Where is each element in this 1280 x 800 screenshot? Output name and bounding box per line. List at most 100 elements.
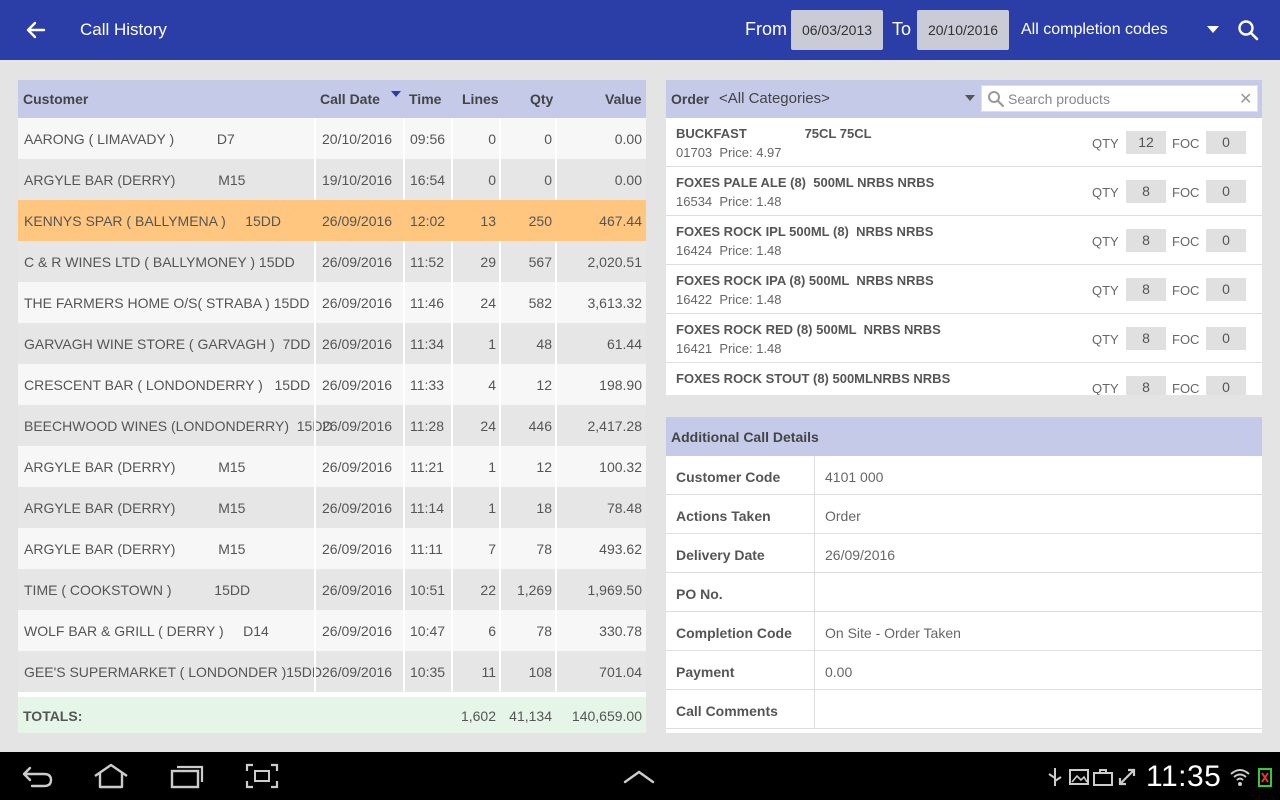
search-icon[interactable] <box>1237 19 1259 41</box>
cell-customer: KENNYS SPAR ( BALLYMENA ) 15DD <box>24 213 282 229</box>
table-row[interactable]: WOLF BAR & GRILL ( DERRY ) D14 26/09/2016… <box>18 610 646 651</box>
foc-field[interactable]: 0 <box>1206 376 1246 395</box>
qty-field[interactable]: 12 <box>1126 131 1166 154</box>
qty-field[interactable]: 8 <box>1126 180 1166 203</box>
qty-label: QTY <box>1092 332 1119 347</box>
product-row[interactable]: FOXES ROCK IPA (8) 500ML NRBS NRBS 16422 … <box>666 265 1262 314</box>
cell-value: 3,613.32 <box>587 295 643 311</box>
category-select[interactable]: <All Categories> <box>719 90 830 107</box>
column-divider <box>499 446 501 487</box>
product-search-input[interactable] <box>1008 89 1233 109</box>
foc-field[interactable]: 0 <box>1206 131 1246 154</box>
details-header: Additional Call Details <box>666 417 1262 456</box>
product-row[interactable]: FOXES ROCK IPL 500ML (8) NRBS NRBS 16424 … <box>666 216 1262 265</box>
table-row[interactable]: AARONG ( LIMAVADY ) D7 20/10/2016 09:56 0 0 0… <box>18 118 646 159</box>
cell-lines: 1 <box>488 500 496 516</box>
foc-field[interactable]: 0 <box>1206 327 1246 350</box>
qty-field[interactable]: 8 <box>1126 229 1166 252</box>
table-row[interactable]: ARGYLE BAR (DERRY) M15 26/09/2016 11:14 1 18… <box>18 487 646 528</box>
product-name: FOXES PALE ALE (8) 500ML NRBS NRBS <box>676 175 935 190</box>
column-lines[interactable]: Lines <box>462 91 499 107</box>
product-row[interactable]: FOXES PALE ALE (8) 500ML NRBS NRBS 16534 … <box>666 167 1262 216</box>
table-row[interactable]: ARGYLE BAR (DERRY) M15 26/09/2016 11:11 7 78… <box>18 528 646 569</box>
foc-field[interactable]: 0 <box>1206 229 1246 252</box>
wifi-icon <box>1230 769 1250 786</box>
table-row[interactable]: C & R WINES LTD ( BALLYMONEY ) 15DD 26/09… <box>18 241 646 282</box>
cell-lines: 24 <box>480 295 496 311</box>
table-row[interactable]: BEECHWOOD WINES (LONDONDERRY) 15DD 26/09/… <box>18 405 646 446</box>
home-nav-icon[interactable] <box>93 762 129 790</box>
table-row[interactable]: GEE'S SUPERMARKET ( LONDONDER )15DD 26/09… <box>18 651 646 692</box>
qty-label: QTY <box>1092 234 1119 249</box>
status-clock: 11:35 <box>1146 760 1222 793</box>
column-divider <box>403 528 405 569</box>
cell-call-date: 26/09/2016 <box>322 377 393 393</box>
qty-field[interactable]: 8 <box>1126 278 1166 301</box>
foc-label: FOC <box>1172 381 1200 395</box>
cell-call-date: 26/09/2016 <box>322 213 393 229</box>
column-divider <box>403 282 405 323</box>
foc-field[interactable]: 0 <box>1206 180 1246 203</box>
column-qty[interactable]: Qty <box>530 91 553 107</box>
table-row[interactable]: KENNYS SPAR ( BALLYMENA ) 15DD 26/09/2016… <box>18 200 646 241</box>
column-value[interactable]: Value <box>605 91 642 107</box>
sync-icon <box>1118 768 1136 786</box>
detail-label: PO No. <box>676 586 723 602</box>
cell-qty: 108 <box>528 664 552 680</box>
from-date-field[interactable]: 06/03/2013 <box>791 10 883 50</box>
product-row[interactable]: BUCKFAST 75CL 75CL 01703 Price: 4.97 QTY 12… <box>666 118 1262 167</box>
foc-label: FOC <box>1172 185 1200 200</box>
table-row[interactable]: CRESCENT BAR ( LONDONDERRY ) 15DD 26/09/2… <box>18 364 646 405</box>
product-name: BUCKFAST 75CL 75CL <box>676 126 872 141</box>
foc-label: FOC <box>1172 234 1200 249</box>
column-divider <box>314 446 316 487</box>
clear-icon[interactable]: ✕ <box>1239 89 1252 109</box>
back-nav-icon[interactable] <box>20 762 56 790</box>
category-dropdown-icon[interactable] <box>965 95 975 101</box>
column-divider <box>499 487 501 528</box>
table-row[interactable]: GARVAGH WINE STORE ( GARVAGH ) 7DD 26/09/… <box>18 323 646 364</box>
table-row[interactable]: ARGYLE BAR (DERRY) M15 19/10/2016 16:54 0 0 0… <box>18 159 646 200</box>
column-divider <box>314 200 316 241</box>
cell-value: 0.00 <box>614 172 642 188</box>
qty-label: QTY <box>1092 185 1119 200</box>
table-row[interactable]: TIME ( COOKSTOWN ) 15DD 26/09/2016 10:51 22… <box>18 569 646 610</box>
to-date-field[interactable]: 20/10/2016 <box>917 10 1009 50</box>
chevron-up-icon[interactable] <box>621 762 657 790</box>
system-nav-bar: 11:35 <box>0 752 1280 800</box>
cell-time: 11:14 <box>410 500 444 516</box>
product-row[interactable]: FOXES ROCK RED (8) 500ML NRBS NRBS 16421 … <box>666 314 1262 363</box>
column-divider <box>403 610 405 651</box>
column-divider <box>451 528 453 569</box>
product-row[interactable]: FOXES ROCK STOUT (8) 500MLNRBS NRBS QTY 8 F… <box>666 363 1262 395</box>
cell-value: 330.78 <box>599 623 642 639</box>
back-arrow-icon[interactable] <box>22 16 50 44</box>
column-divider <box>314 405 316 446</box>
column-divider <box>555 118 557 159</box>
cell-qty: 78 <box>536 541 552 557</box>
table-row[interactable]: THE FARMERS HOME O/S( STRABA ) 15DD 26/09… <box>18 282 646 323</box>
cell-call-date: 26/09/2016 <box>322 541 393 557</box>
cell-time: 11:28 <box>410 418 444 434</box>
recent-apps-icon[interactable] <box>169 762 205 790</box>
column-divider <box>451 405 453 446</box>
column-divider <box>314 651 316 692</box>
foc-field[interactable]: 0 <box>1206 278 1246 301</box>
dropdown-arrow-icon[interactable] <box>1207 26 1219 33</box>
column-customer[interactable]: Customer <box>23 91 88 107</box>
product-code-price: 16534 Price: 1.48 <box>676 194 782 209</box>
column-divider <box>499 241 501 282</box>
detail-divider <box>814 690 815 729</box>
completion-code-select[interactable]: All completion codes <box>1021 21 1168 39</box>
table-row[interactable]: ARGYLE BAR (DERRY) M15 26/09/2016 11:21 1 12… <box>18 446 646 487</box>
cell-lines: 4 <box>488 377 496 393</box>
column-time[interactable]: Time <box>409 91 441 107</box>
qty-field[interactable]: 8 <box>1126 327 1166 350</box>
qty-field[interactable]: 8 <box>1126 376 1166 395</box>
cell-call-date: 19/10/2016 <box>322 172 393 188</box>
screenshot-icon[interactable] <box>244 762 280 790</box>
column-call-date[interactable]: Call Date <box>320 91 380 107</box>
column-divider <box>451 446 453 487</box>
cell-lines: 0 <box>488 131 496 147</box>
foc-label: FOC <box>1172 283 1200 298</box>
